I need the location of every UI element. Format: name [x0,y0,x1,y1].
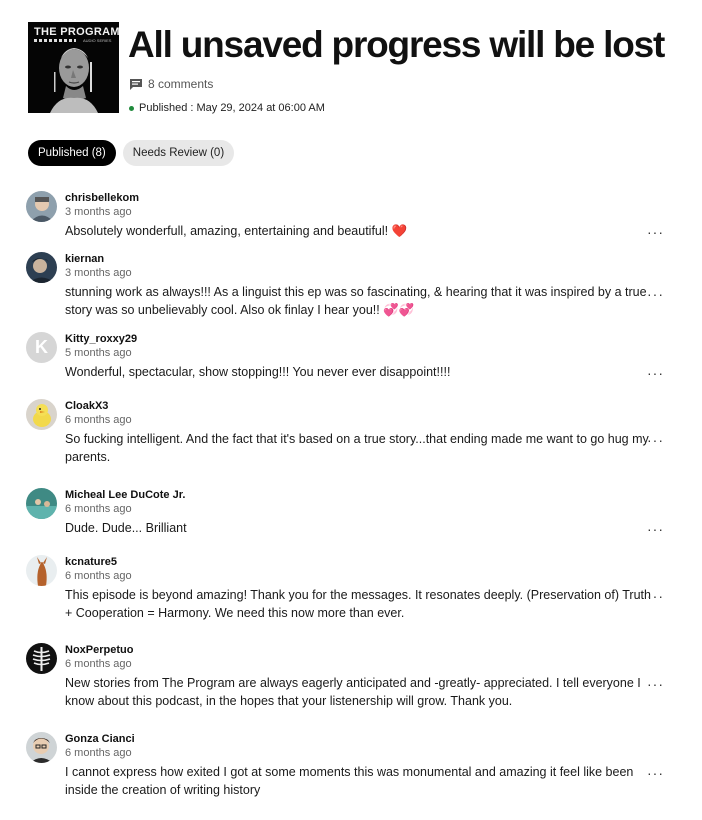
cover-title: THE PROGRAM [34,26,119,38]
tab-needs-review[interactable]: Needs Review (0) [122,140,235,166]
comment-username[interactable]: Gonza Cianci [65,733,135,745]
comment-username[interactable]: kiernan [65,253,104,265]
published-dot-icon [129,105,134,111]
cover-barcode [34,39,76,42]
more-options-icon[interactable]: ··· [647,286,664,302]
more-options-icon[interactable]: ··· [647,521,664,537]
comment-text: New stories from The Program are always … [65,676,641,708]
avatar-initial: K [35,337,48,357]
comment-count-label: 8 comments [148,77,214,91]
episode-title: All unsaved progress will be lost [128,24,665,65]
comment-time: 6 months ago [65,503,132,515]
tab-published[interactable]: Published (8) [28,140,116,166]
podcast-cover-art[interactable]: THE PROGRAM AUDIO SERIES [28,22,119,113]
comment-time: 6 months ago [65,658,132,670]
comment-text: Dude. Dude... Brilliant [65,521,187,535]
avatar[interactable] [26,488,57,519]
more-options-icon[interactable]: ··· [647,676,664,692]
cover-subtitle: AUDIO SERIES [83,38,112,43]
comment-username[interactable]: CloakX3 [65,400,108,412]
published-status: Published : May 29, 2024 at 06:00 AM [129,102,325,114]
comment-username[interactable]: kcnature5 [65,556,117,568]
comment-username[interactable]: chrisbellekom [65,192,139,204]
comment-text: Wonderful, spectacular, show stopping!!!… [65,365,451,379]
comment-username[interactable]: NoxPerpetuo [65,644,133,656]
more-options-icon[interactable]: ··· [647,765,664,781]
comment-time: 6 months ago [65,747,132,759]
comment-time: 3 months ago [65,206,132,218]
comment-count: 8 comments [130,77,213,91]
comment-username[interactable]: Micheal Lee DuCote Jr. [65,489,185,501]
published-date: Published : May 29, 2024 at 06:00 AM [139,102,325,114]
avatar[interactable] [26,732,57,763]
comment-icon [130,78,142,90]
avatar[interactable] [26,252,57,283]
comment-filter-tabs: Published (8) Needs Review (0) [28,140,235,166]
comment-time: 3 months ago [65,267,132,279]
comment-time: 6 months ago [65,414,132,426]
avatar[interactable] [26,643,57,674]
comment-text: Absolutely wonderfull, amazing, entertai… [65,224,408,238]
avatar[interactable] [26,555,57,586]
more-options-icon[interactable]: ··· [647,588,664,604]
comment-time: 6 months ago [65,570,132,582]
comment-username[interactable]: Kitty_roxxy29 [65,333,137,345]
avatar[interactable] [26,191,57,222]
comment-time: 5 months ago [65,347,132,359]
more-options-icon[interactable]: ··· [647,224,664,240]
avatar[interactable] [26,399,57,430]
comment-text: stunning work as always!!! As a linguist… [65,285,647,317]
comment-text: So fucking intelligent. And the fact tha… [65,432,649,464]
episode-header: THE PROGRAM AUDIO SERIES All unsaved pro… [28,22,688,114]
comment-text: This episode is beyond amazing! Thank yo… [65,588,651,620]
avatar[interactable]: K [26,332,57,363]
more-options-icon[interactable]: ··· [647,432,664,448]
more-options-icon[interactable]: ··· [647,365,664,381]
comment-text: I cannot express how exited I got at som… [65,765,634,797]
